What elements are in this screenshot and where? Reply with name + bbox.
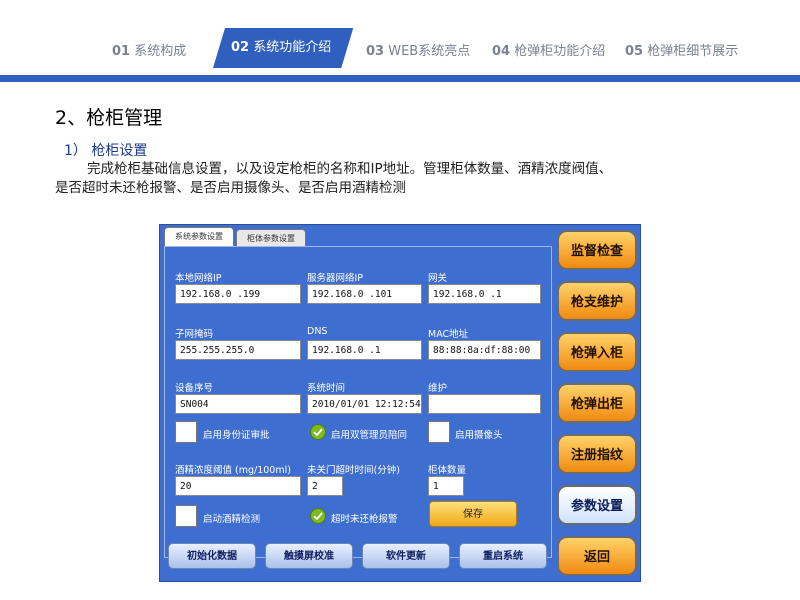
door-timeout-input[interactable]: 2 xyxy=(307,476,343,496)
parameter-settings-button[interactable]: 参数设置 xyxy=(557,485,637,525)
section-subtitle: 1） 枪柜设置 xyxy=(64,143,148,159)
description-line-1: 完成枪柜基础信息设置，以及设定枪柜的名称和IP地址。管理柜体数量、酒精浓度阀值、 xyxy=(87,161,613,177)
system-time-label: 系统时间 xyxy=(307,383,346,394)
alcohol-threshold-label: 酒精浓度阈值 (mg/100ml) xyxy=(175,465,291,476)
header-divider-bar xyxy=(0,75,800,82)
restart-system-button[interactable]: 重启系统 xyxy=(459,543,547,569)
alcohol-threshold-input[interactable]: 20 xyxy=(175,476,301,496)
tab-system-parameters[interactable]: 系统参数设置 xyxy=(164,227,234,247)
overdue-alarm-label: 超时未还枪报警 xyxy=(331,514,398,525)
nav-tab-label: 系统功能介绍 xyxy=(253,40,332,55)
device-number-label: 设备序号 xyxy=(175,383,214,394)
cabinet-count-label: 柜体数量 xyxy=(428,465,467,476)
local-ip-label: 本地网络IP xyxy=(175,273,222,284)
local-ip-input[interactable]: 192.168.0 .199 xyxy=(175,284,301,304)
gun-maintenance-button[interactable]: 枪支维护 xyxy=(557,281,637,321)
nav-tab-label: 枪弹柜细节展示 xyxy=(647,44,739,59)
alcohol-detect-label: 启动酒精检测 xyxy=(203,514,261,525)
dual-admin-check-icon[interactable] xyxy=(310,424,326,440)
mac-label: MAC地址 xyxy=(428,329,469,340)
cabinet-settings-app: 系统参数设置 柜体参数设置 本地网络IP 192.168.0 .199 服务器网… xyxy=(159,224,641,582)
software-update-button[interactable]: 软件更新 xyxy=(362,543,450,569)
nav-tab-label: 系统构成 xyxy=(134,44,187,59)
subnet-input[interactable]: 255.255.255.0 xyxy=(175,340,301,360)
mac-input[interactable]: 88:88:8a:df:88:00 xyxy=(428,340,541,360)
dns-input[interactable]: 192.168.0 .1 xyxy=(307,340,422,360)
top-navigation: 01 系统构成 02 系统功能介绍 03 WEB系统亮点 04 枪弹柜功能介绍 … xyxy=(0,28,800,74)
tab-cabinet-parameters[interactable]: 柜体参数设置 xyxy=(236,229,306,247)
dual-admin-label: 启用双管理员陪同 xyxy=(331,430,408,441)
server-ip-input[interactable]: 192.168.0 .101 xyxy=(307,284,422,304)
overdue-alarm-check-icon[interactable] xyxy=(310,508,326,524)
camera-checkbox[interactable] xyxy=(428,421,450,443)
description-line-2: 是否超时未还枪报警、是否启用摄像头、是否启用酒精检测 xyxy=(55,180,406,196)
gateway-input[interactable]: 192.168.0 .1 xyxy=(428,284,541,304)
ammo-in-button[interactable]: 枪弹入柜 xyxy=(557,332,637,372)
device-number-input[interactable]: SN004 xyxy=(175,394,301,414)
nav-tab-number: 02 xyxy=(231,40,250,55)
nav-tab-number: 04 xyxy=(492,44,511,59)
id-approval-label: 启用身份证审批 xyxy=(203,430,270,441)
cabinet-count-input[interactable]: 1 xyxy=(428,476,464,496)
nav-tab-system-composition[interactable]: 01 系统构成 xyxy=(112,40,186,59)
nav-tab-system-functions[interactable]: 02 系统功能介绍 xyxy=(213,28,353,68)
nav-tab-number: 05 xyxy=(625,44,644,59)
maintain-label: 维护 xyxy=(428,383,448,394)
supervision-check-button[interactable]: 监督检查 xyxy=(557,230,637,270)
touch-calibrate-button[interactable]: 触摸屏校准 xyxy=(265,543,353,569)
nav-tab-web-highlights[interactable]: 03 WEB系统亮点 xyxy=(366,40,470,59)
maintain-input[interactable] xyxy=(428,394,541,414)
subnet-label: 子网掩码 xyxy=(175,329,214,340)
id-approval-checkbox[interactable] xyxy=(175,421,197,443)
nav-tab-label: WEB系统亮点 xyxy=(388,44,471,59)
nav-tab-number: 01 xyxy=(112,44,131,59)
register-fingerprint-button[interactable]: 注册指纹 xyxy=(557,434,637,474)
init-data-button[interactable]: 初始化数据 xyxy=(168,543,256,569)
camera-label: 启用摄像头 xyxy=(455,430,503,441)
dns-label: DNS xyxy=(307,326,328,337)
nav-tab-cabinet-functions[interactable]: 04 枪弹柜功能介绍 xyxy=(492,40,605,59)
alcohol-detect-checkbox[interactable] xyxy=(175,505,197,527)
server-ip-label: 服务器网络IP xyxy=(307,273,364,284)
gateway-label: 网关 xyxy=(428,273,448,284)
ammo-out-button[interactable]: 枪弹出柜 xyxy=(557,383,637,423)
nav-tab-label: 枪弹柜功能介绍 xyxy=(514,44,606,59)
back-button[interactable]: 返回 xyxy=(557,536,637,576)
nav-tab-cabinet-details[interactable]: 05 枪弹柜细节展示 xyxy=(625,40,738,59)
section-description: 完成枪柜基础信息设置，以及设定枪柜的名称和IP地址。管理柜体数量、酒精浓度阀值、… xyxy=(55,160,745,198)
section-title: 2、枪柜管理 xyxy=(55,107,163,129)
nav-tab-number: 03 xyxy=(366,44,385,59)
system-time-input[interactable]: 2010/01/01 12:12:54 xyxy=(307,394,422,414)
door-timeout-label: 未关门超时时间(分钟) xyxy=(307,465,400,476)
save-button[interactable]: 保存 xyxy=(429,501,517,527)
